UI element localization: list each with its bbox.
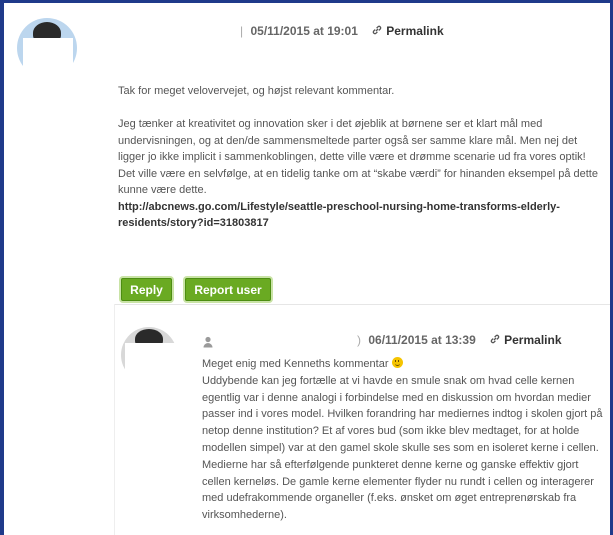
comment-url-link[interactable]: http://abcnews.go.com/Lifestyle/seattle-…: [118, 199, 604, 232]
reply-first-line: Meget enig med Kenneths kommentar: [202, 356, 607, 373]
reply-button[interactable]: Reply: [121, 278, 172, 301]
reply-body: Meget enig med Kenneths kommentar Uddybe…: [202, 356, 607, 524]
permalink-link[interactable]: Permalink: [489, 333, 562, 347]
link-icon: [372, 25, 382, 35]
comment-meta: | 05/11/2015 at 19:01 Permalink: [240, 24, 444, 38]
permalink-label: Permalink: [386, 24, 444, 38]
report-user-button[interactable]: Report user: [185, 278, 271, 301]
avatar-redaction: [23, 38, 73, 114]
meta-separator: |: [240, 24, 244, 38]
avatar: [17, 18, 77, 114]
avatar-redaction: [125, 343, 177, 413]
reply-avatar: [121, 327, 177, 413]
comment-thread: | 05/11/2015 at 19:01 Permalink Tak for …: [0, 0, 613, 535]
reply-paragraph: Uddybende kan jeg fortælle at vi havde e…: [202, 374, 603, 522]
comment-paragraph: Jeg tænker at kreativitet og innovation …: [118, 118, 586, 163]
comment-paragraph: Det ville være en selvfølge, at en tidel…: [118, 167, 598, 197]
permalink-label: Permalink: [504, 333, 562, 347]
reply-meta: ) 06/11/2015 at 13:39 Permalink: [357, 333, 562, 347]
comment-date: 05/11/2015 at 19:01: [250, 24, 358, 38]
reply-date: 06/11/2015 at 13:39: [368, 333, 476, 347]
reply-indent-line: [114, 304, 115, 535]
frame-border-top: [0, 0, 613, 3]
reply-divider: [114, 304, 610, 305]
link-icon: [490, 334, 500, 344]
reply-first-line-text: Meget enig med Kenneths kommentar: [202, 358, 389, 370]
smiley-icon: [391, 357, 403, 368]
permalink-link[interactable]: Permalink: [371, 24, 444, 38]
comment-paragraph: Tak for meget velovervejet, og højst rel…: [118, 85, 395, 97]
user-icon: [203, 336, 213, 348]
meta-separator: ): [357, 333, 361, 347]
frame-border-left: [0, 0, 4, 535]
comment-body: Jeg tænker at kreativitet og innovation …: [118, 116, 604, 232]
